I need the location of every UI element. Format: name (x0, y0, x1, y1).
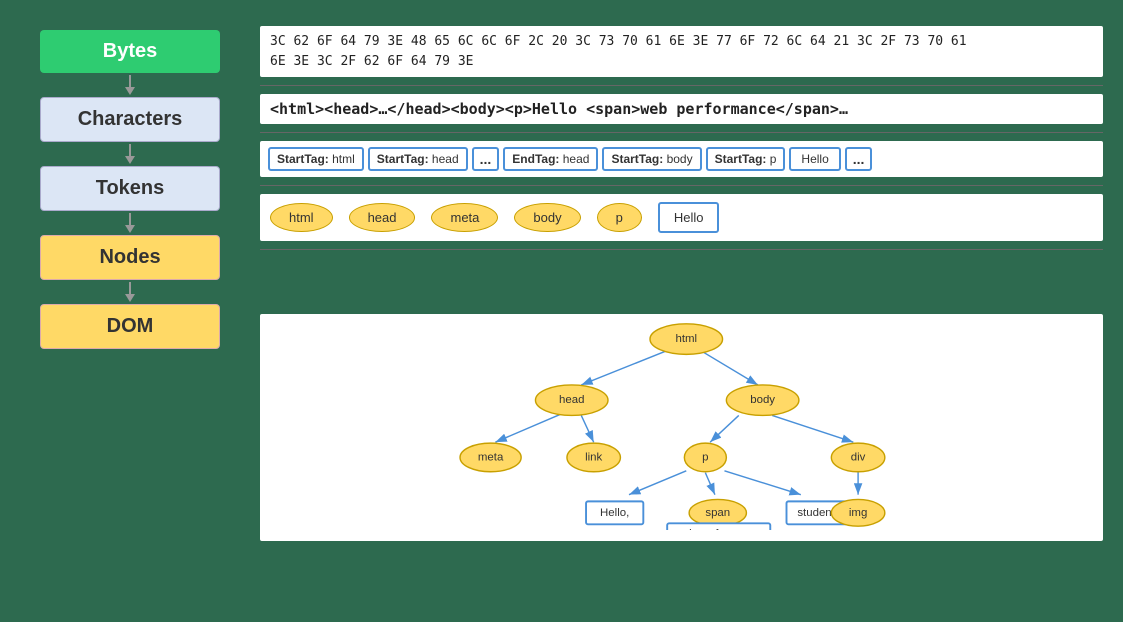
bytes-content: 3C 62 6F 64 79 3E 48 65 6C 6C 6F 2C 20 3… (260, 26, 1103, 77)
dom-row: html head body meta link p (260, 250, 1103, 604)
bytes-label: Bytes (103, 40, 157, 62)
dom-box: DOM (40, 304, 220, 349)
tokens-row: StartTag: html StartTag: head ... EndTag… (260, 133, 1103, 186)
token-val-2: head (432, 152, 459, 166)
dom-body-label: body (750, 394, 775, 406)
dom-p-label: p (702, 451, 708, 463)
chars-text: <html><head>…</head><body><p>Hello <span… (270, 100, 848, 118)
token-type-3: EndTag: (512, 152, 559, 166)
token-ellipsis-2: ... (845, 147, 873, 171)
bytes-line2: 6E 3E 3C 2F 62 6F 64 79 3E (270, 54, 474, 69)
bytes-box: Bytes (40, 30, 220, 73)
arrow-bytes-to-chars (125, 75, 135, 95)
node-meta: meta (431, 203, 498, 232)
token-hello: Hello (789, 147, 840, 171)
dom-div-label: div (851, 451, 866, 463)
dom-head-label: head (559, 394, 584, 406)
node-p: p (597, 203, 642, 232)
right-column: 3C 62 6F 64 79 3E 48 65 6C 6C 6F 2C 20 3… (250, 10, 1113, 612)
token-start-p: StartTag: p (706, 147, 786, 171)
token-type-5: StartTag: (715, 152, 767, 166)
node-hello-rect: Hello (658, 202, 720, 233)
tokens-label: Tokens (96, 177, 165, 199)
token-val-4: body (667, 152, 693, 166)
token-type-2: StartTag: (377, 152, 429, 166)
nodes-label: Nodes (99, 246, 160, 268)
token-ellipsis-1: ... (472, 147, 500, 171)
arrow-tokens-to-nodes (125, 213, 135, 233)
characters-label: Characters (78, 108, 183, 130)
token-start-html: StartTag: html (268, 147, 364, 171)
token-val-1: html (332, 152, 355, 166)
token-val-3: head (563, 152, 590, 166)
dom-span-label: span (705, 506, 730, 518)
pipeline-column: Bytes Characters Tokens Nodes DOM (10, 10, 250, 612)
chars-content: <html><head>…</head><body><p>Hello <span… (260, 94, 1103, 124)
characters-box: Characters (40, 97, 220, 142)
dom-webperf-label: web performance (674, 527, 763, 529)
dom-hello-label: Hello, (600, 506, 629, 518)
tokens-content: StartTag: html StartTag: head ... EndTag… (260, 141, 1103, 177)
dom-tree-svg: html head body meta link p (264, 320, 1099, 530)
bytes-row: 3C 62 6F 64 79 3E 48 65 6C 6C 6F 2C 20 3… (260, 18, 1103, 86)
token-start-body: StartTag: body (602, 147, 701, 171)
tokens-box: Tokens (40, 166, 220, 211)
token-type-4: StartTag: (611, 152, 663, 166)
nodes-box: Nodes (40, 235, 220, 280)
dom-meta-label: meta (478, 451, 504, 463)
node-html: html (270, 203, 333, 232)
token-type-1: StartTag: (277, 152, 329, 166)
node-head: head (349, 203, 416, 232)
dom-content: html head body meta link p (260, 314, 1103, 541)
nodes-row: html head meta body p Hello (260, 186, 1103, 250)
dom-img-label: img (849, 506, 867, 518)
nodes-content: html head meta body p Hello (260, 194, 1103, 241)
dom-label: DOM (107, 315, 154, 337)
chars-row: <html><head>…</head><body><p>Hello <span… (260, 86, 1103, 133)
token-end-head: EndTag: head (503, 147, 598, 171)
token-val-5: p (770, 152, 777, 166)
arrow-nodes-to-dom (125, 282, 135, 302)
node-body: body (514, 203, 580, 232)
dom-link-label: link (585, 451, 602, 463)
token-start-head: StartTag: head (368, 147, 468, 171)
bytes-line1: 3C 62 6F 64 79 3E 48 65 6C 6C 6F 2C 20 3… (270, 34, 967, 49)
dom-html-label: html (675, 333, 697, 345)
arrow-chars-to-tokens (125, 144, 135, 164)
